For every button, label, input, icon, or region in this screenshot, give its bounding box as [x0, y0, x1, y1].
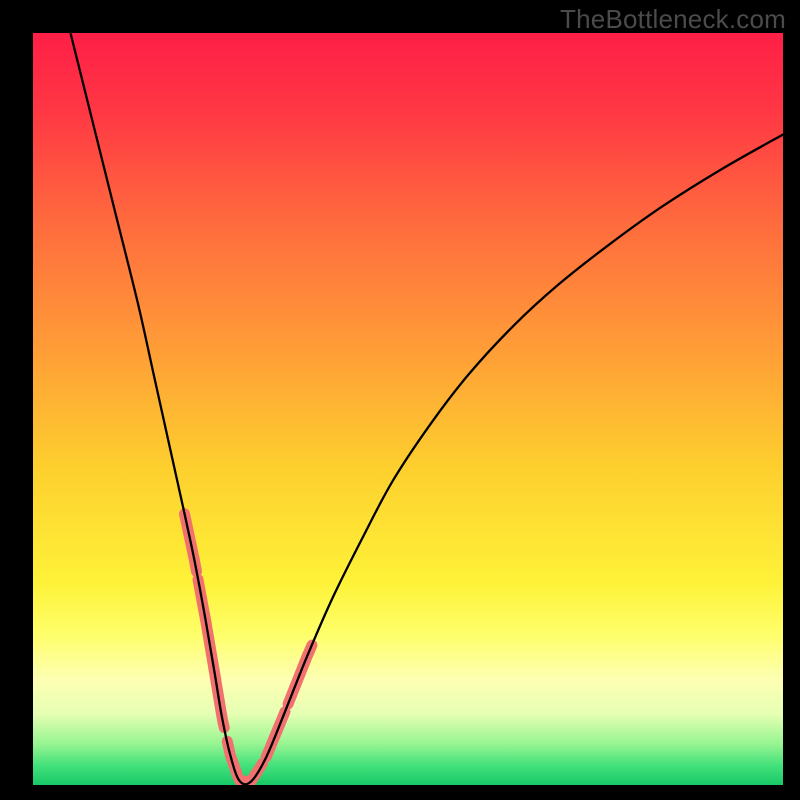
plot-area — [33, 33, 783, 785]
chart-frame: TheBottleneck.com — [0, 0, 800, 800]
watermark-text: TheBottleneck.com — [560, 4, 786, 35]
bottleneck-curve — [71, 33, 784, 784]
curve-layer — [33, 33, 783, 785]
